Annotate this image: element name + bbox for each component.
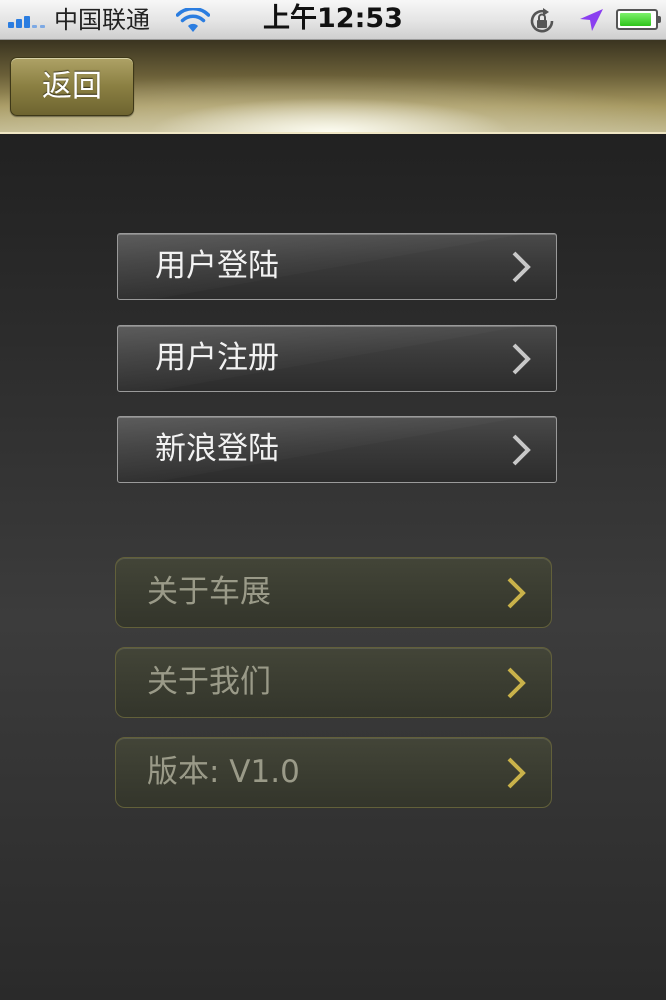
status-bar: 中国联通 上午12:53: [0, 0, 666, 40]
chevron-right-icon: [507, 667, 526, 698]
location-arrow-icon: [580, 9, 603, 31]
status-time: 上午12:53: [263, 3, 403, 34]
battery-icon: [616, 9, 661, 30]
about-show-label: 关于车展: [147, 574, 271, 610]
about-us-button[interactable]: 关于我们: [115, 647, 552, 718]
version-button[interactable]: 版本: V1.0: [115, 737, 552, 808]
back-button[interactable]: 返回: [10, 57, 134, 116]
navigation-bar: 返回: [0, 40, 666, 134]
chevron-right-icon: [507, 577, 526, 608]
rotation-lock-icon: [530, 8, 554, 33]
register-button[interactable]: 用户注册: [117, 325, 557, 392]
sina-login-button[interactable]: 新浪登陆: [117, 416, 557, 483]
register-label: 用户注册: [155, 340, 279, 376]
chevron-right-icon: [512, 343, 531, 374]
sina-login-label: 新浪登陆: [155, 431, 279, 467]
login-button[interactable]: 用户登陆: [117, 233, 557, 300]
login-label: 用户登陆: [155, 248, 279, 284]
about-us-label: 关于我们: [147, 664, 271, 700]
about-show-button[interactable]: 关于车展: [115, 557, 552, 628]
chevron-right-icon: [512, 251, 531, 282]
chevron-right-icon: [507, 757, 526, 788]
version-label: 版本: V1.0: [147, 754, 300, 790]
chevron-right-icon: [512, 434, 531, 465]
battery-level: [620, 13, 651, 26]
